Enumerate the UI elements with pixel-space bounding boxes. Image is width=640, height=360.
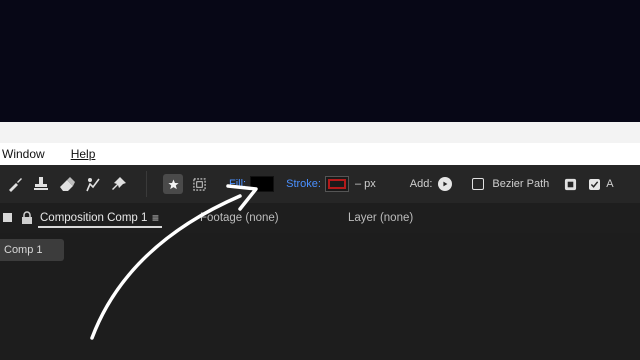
active-tab-underline (38, 226, 162, 228)
lock-icon[interactable] (21, 211, 33, 225)
bezier-path-checkbox[interactable] (472, 178, 485, 190)
check-icon (591, 180, 599, 188)
menubar: Window Help (0, 143, 640, 165)
dark-backdrop (0, 0, 640, 122)
star-tool-button[interactable] (163, 174, 183, 194)
tab-footage[interactable]: Footage (none) (200, 212, 279, 224)
mask-feather-button[interactable] (189, 174, 209, 194)
roto-brush-icon[interactable] (82, 173, 104, 195)
grid-icon (564, 178, 576, 190)
tab-layer[interactable]: Layer (none) (348, 212, 413, 224)
grid-toggle-button[interactable] (563, 177, 577, 191)
mask-feather-icon (192, 177, 206, 191)
option-checkbox-checked[interactable] (589, 178, 601, 190)
stroke-width-value[interactable]: – px (355, 178, 376, 190)
tools-toolbar: Fill: Stroke: – px Add: Bezier Path A (0, 165, 640, 203)
bezier-path-label: Bezier Path (492, 178, 550, 190)
truncated-option-label: A (606, 178, 614, 190)
eraser-icon[interactable] (56, 173, 78, 195)
comp-breadcrumb-tab[interactable]: Comp 1 (0, 239, 64, 261)
puppet-pin-icon[interactable] (108, 173, 130, 195)
app-window: Window Help Fill: Stroke: – px Add: Bezi… (0, 0, 640, 360)
add-label: Add: (409, 178, 433, 190)
panel-menu-icon[interactable]: ≡ (152, 211, 159, 225)
fill-color-swatch[interactable] (250, 176, 275, 192)
composition-viewer[interactable] (0, 233, 640, 360)
menu-window[interactable]: Window (0, 147, 51, 161)
panel-header: Composition Comp 1 ≡ Footage (none) Laye… (0, 203, 640, 233)
panel-close-box[interactable] (3, 213, 12, 222)
play-icon (443, 181, 448, 187)
stroke-color-swatch[interactable] (324, 176, 349, 192)
add-property-button[interactable] (438, 177, 453, 191)
menu-help[interactable]: Help (51, 147, 102, 161)
star-icon (167, 178, 179, 189)
stroke-label[interactable]: Stroke: (286, 178, 321, 190)
tab-composition[interactable]: Composition Comp 1 (40, 212, 147, 224)
clone-stamp-icon[interactable] (30, 173, 52, 195)
titlebar-strip (0, 122, 640, 143)
toolbar-divider (146, 171, 147, 197)
brush-icon[interactable] (4, 173, 26, 195)
fill-label[interactable]: Fill: (229, 178, 246, 190)
